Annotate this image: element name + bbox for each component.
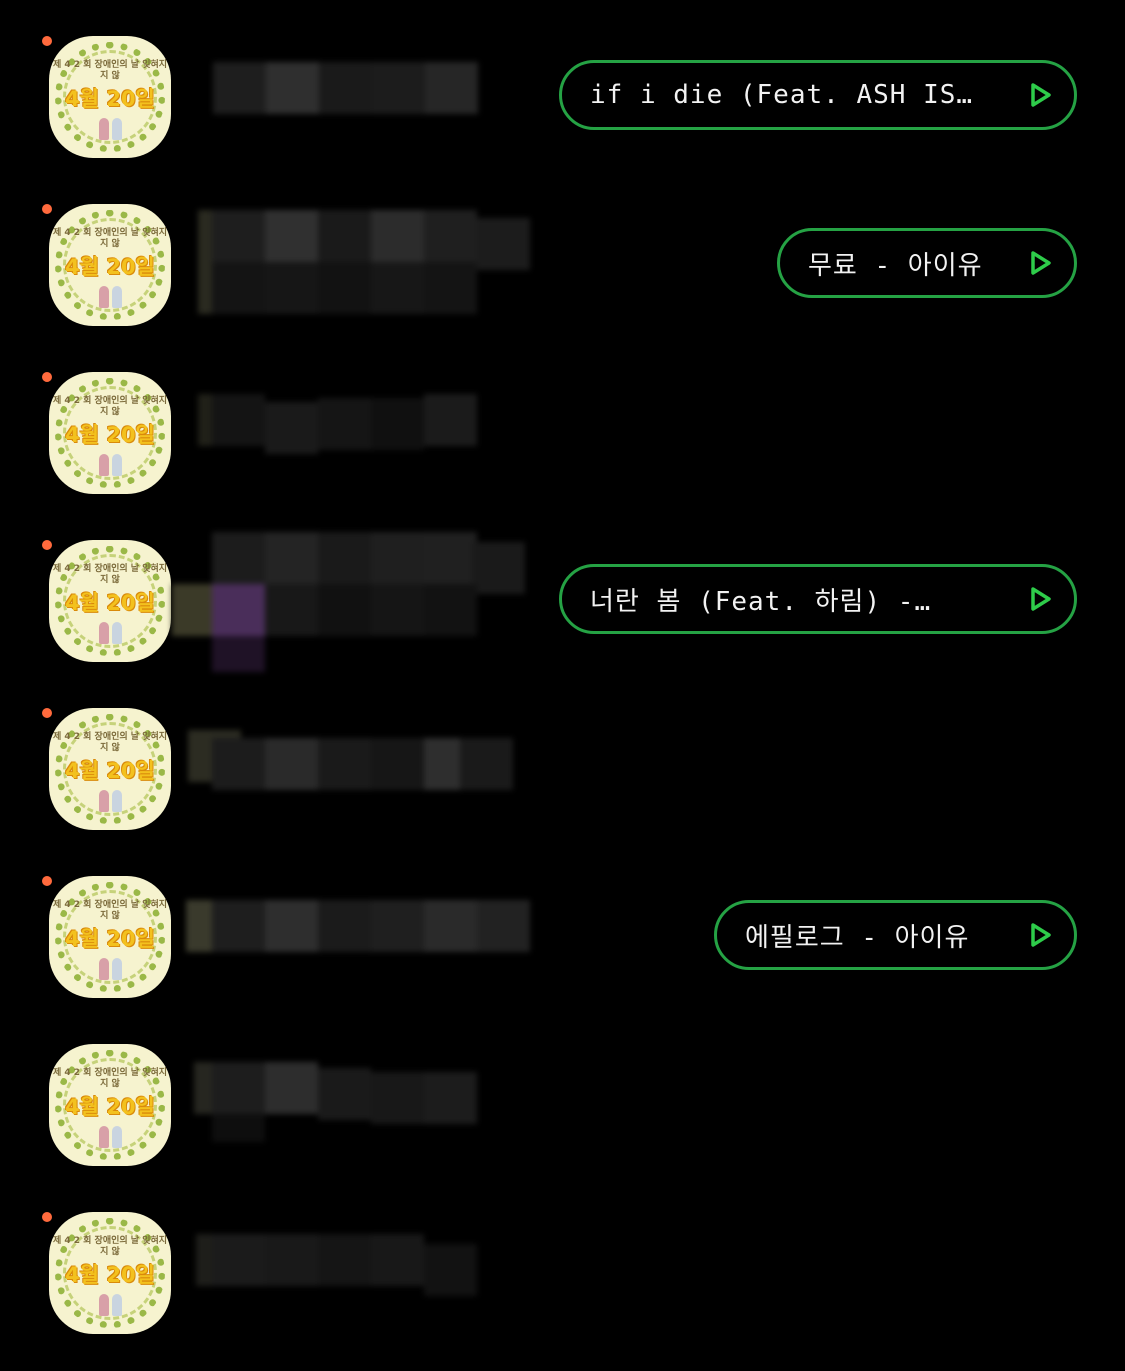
unread-dot <box>42 36 52 46</box>
blurred-name <box>196 1234 488 1304</box>
blurred-name <box>198 388 516 460</box>
play-icon[interactable] <box>1026 249 1054 277</box>
avatar-caption: 제 4 2 회 장애인의 날 잊혀지지 않 <box>52 900 168 921</box>
figures-illustration <box>97 786 125 812</box>
avatar-caption: 제 4 2 회 장애인의 날 잊혀지지 않 <box>52 564 168 585</box>
blurred-name <box>198 210 530 318</box>
figures-illustration <box>97 1122 125 1148</box>
friend-row[interactable]: 제 4 2 회 장애인의 날 잊혀지지 않 4월 20일 에필로그 - 아이유 <box>0 840 1125 1008</box>
unread-dot <box>42 1212 52 1222</box>
unread-dot <box>42 708 52 718</box>
blurred-name <box>205 62 500 124</box>
avatar[interactable]: 제 4 2 회 장애인의 날 잊혀지지 않 4월 20일 <box>49 372 171 494</box>
avatar[interactable]: 제 4 2 회 장애인의 날 잊혀지지 않 4월 20일 <box>49 1044 171 1166</box>
avatar-date: 4월 20일 <box>65 423 155 447</box>
unread-dot <box>42 204 52 214</box>
figures-illustration <box>97 618 125 644</box>
avatar-date: 4월 20일 <box>65 255 155 279</box>
avatar[interactable]: 제 4 2 회 장애인의 날 잊혀지지 않 4월 20일 <box>49 876 171 998</box>
figures-illustration <box>97 1290 125 1316</box>
unread-dot <box>42 876 52 886</box>
unread-dot <box>42 372 52 382</box>
song-title: if i die (Feat. ASH IS… <box>590 80 974 110</box>
play-icon[interactable] <box>1026 585 1054 613</box>
song-title: 너란 봄 (Feat. 하림) -… <box>590 586 932 617</box>
music-status-pill[interactable]: if i die (Feat. ASH IS… <box>559 60 1077 130</box>
unread-dot <box>42 540 52 550</box>
blurred-name <box>172 532 527 672</box>
play-icon[interactable] <box>1026 81 1054 109</box>
music-status-pill[interactable]: 너란 봄 (Feat. 하림) -… <box>559 564 1077 634</box>
figures-illustration <box>97 282 125 308</box>
music-status-pill[interactable]: 에필로그 - 아이유 <box>714 900 1077 970</box>
avatar-date: 4월 20일 <box>65 927 155 951</box>
avatar-caption: 제 4 2 회 장애인의 날 잊혀지지 않 <box>52 228 168 249</box>
friend-row[interactable]: 제 4 2 회 장애인의 날 잊혀지지 않 4월 20일 무료 - 아이유 <box>0 168 1125 336</box>
music-status-pill[interactable]: 무료 - 아이유 <box>777 228 1077 298</box>
avatar[interactable]: 제 4 2 회 장애인의 날 잊혀지지 않 4월 20일 <box>49 36 171 158</box>
avatar-caption: 제 4 2 회 장애인의 날 잊혀지지 않 <box>52 732 168 753</box>
song-title: 무료 - 아이유 <box>808 250 983 281</box>
blurred-name <box>186 896 531 958</box>
avatar-date: 4월 20일 <box>65 591 155 615</box>
play-icon[interactable] <box>1026 921 1054 949</box>
friend-row[interactable]: 제 4 2 회 장애인의 날 잊혀지지 않 4월 20일 <box>0 672 1125 840</box>
blurred-name <box>188 716 513 790</box>
figures-illustration <box>97 114 125 140</box>
avatar-date: 4월 20일 <box>65 759 155 783</box>
blurred-name <box>194 1058 514 1148</box>
avatar[interactable]: 제 4 2 회 장애인의 날 잊혀지지 않 4월 20일 <box>49 1212 171 1334</box>
avatar-date: 4월 20일 <box>65 1263 155 1287</box>
song-title: 에필로그 - 아이유 <box>745 922 970 953</box>
avatar[interactable]: 제 4 2 회 장애인의 날 잊혀지지 않 4월 20일 <box>49 204 171 326</box>
figures-illustration <box>97 450 125 476</box>
avatar[interactable]: 제 4 2 회 장애인의 날 잊혀지지 않 4월 20일 <box>49 540 171 662</box>
friend-row[interactable]: 제 4 2 회 장애인의 날 잊혀지지 않 4월 20일 <box>0 1008 1125 1176</box>
avatar-caption: 제 4 2 회 장애인의 날 잊혀지지 않 <box>52 1236 168 1257</box>
friend-row[interactable]: 제 4 2 회 장애인의 날 잊혀지지 않 4월 20일 너란 봄 (Feat.… <box>0 504 1125 672</box>
friend-row[interactable]: 제 4 2 회 장애인의 날 잊혀지지 않 4월 20일 if i die (F… <box>0 0 1125 168</box>
avatar-date: 4월 20일 <box>65 1095 155 1119</box>
figures-illustration <box>97 954 125 980</box>
avatar-caption: 제 4 2 회 장애인의 날 잊혀지지 않 <box>52 1068 168 1089</box>
avatar-caption: 제 4 2 회 장애인의 날 잊혀지지 않 <box>52 60 168 81</box>
friend-row[interactable]: 제 4 2 회 장애인의 날 잊혀지지 않 4월 20일 <box>0 1176 1125 1344</box>
avatar[interactable]: 제 4 2 회 장애인의 날 잊혀지지 않 4월 20일 <box>49 708 171 830</box>
friend-row[interactable]: 제 4 2 회 장애인의 날 잊혀지지 않 4월 20일 <box>0 336 1125 504</box>
avatar-date: 4월 20일 <box>65 87 155 111</box>
avatar-caption: 제 4 2 회 장애인의 날 잊혀지지 않 <box>52 396 168 417</box>
